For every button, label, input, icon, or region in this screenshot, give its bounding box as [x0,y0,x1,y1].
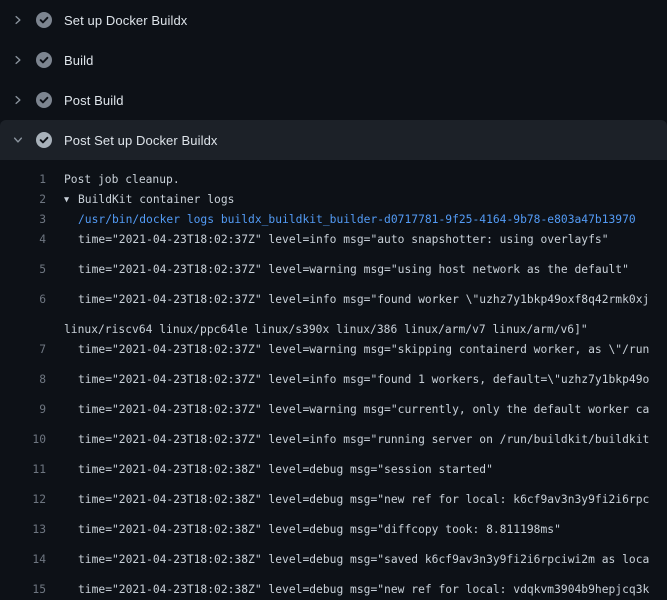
log-line: 1 Post job cleanup. [0,170,667,190]
line-text[interactable]: ▼BuildKit container logs [64,190,667,210]
log-line: 4 time="2021-04-23T18:02:37Z" level=info… [0,230,667,260]
line-text: time="2021-04-23T18:02:37Z" level=warnin… [78,260,667,280]
line-text: /usr/bin/docker logs buildx_buildkit_bui… [78,210,667,230]
group-collapse-icon[interactable]: ▼ [64,190,78,210]
line-number[interactable]: 13 [0,520,46,540]
line-text: time="2021-04-23T18:02:37Z" level=warnin… [78,400,667,420]
step-header[interactable]: Build [0,40,667,80]
log-line: 15 time="2021-04-23T18:02:38Z" level=deb… [0,580,667,600]
line-number[interactable]: 2 [0,190,46,210]
step-header[interactable]: Set up Docker Buildx [0,0,667,40]
chevron-icon [12,94,34,106]
chevron-icon [12,54,34,66]
line-number[interactable]: 1 [0,170,46,190]
chevron-icon [12,134,34,146]
step-header[interactable]: Post Set up Docker Buildx [0,120,667,160]
actions-log-viewer: Set up Docker Buildx Build [0,0,667,600]
log-line: 9 time="2021-04-23T18:02:37Z" level=warn… [0,400,667,430]
line-number[interactable]: 15 [0,580,46,600]
check-circle-icon [36,92,52,108]
steps-list: Set up Docker Buildx Build [0,0,667,160]
log-line: 6 time="2021-04-23T18:02:37Z" level=info… [0,290,667,320]
line-number[interactable]: 10 [0,430,46,450]
line-text: Post job cleanup. [64,170,667,190]
step-label: Post Build [64,93,124,108]
line-text: time="2021-04-23T18:02:38Z" level=debug … [78,580,667,600]
line-number[interactable]: 12 [0,490,46,510]
line-text: time="2021-04-23T18:02:38Z" level=debug … [78,460,667,480]
step-label: Set up Docker Buildx [64,13,187,28]
log-area: 1 Post job cleanup. 2 ▼BuildKit containe… [0,160,667,600]
line-text: time="2021-04-23T18:02:37Z" level=info m… [78,430,667,450]
chevron-right-icon [12,14,24,26]
log-line: 5 time="2021-04-23T18:02:37Z" level=warn… [0,260,667,290]
line-number[interactable]: 9 [0,400,46,420]
check-circle-icon [36,52,52,68]
chevron-right-icon [12,54,24,66]
line-text: time="2021-04-23T18:02:38Z" level=debug … [78,520,667,540]
check-circle-icon [36,132,52,148]
log-line: 12 time="2021-04-23T18:02:38Z" level=deb… [0,490,667,520]
log-line: 8 time="2021-04-23T18:02:37Z" level=info… [0,370,667,400]
line-text: time="2021-04-23T18:02:37Z" level=warnin… [78,340,667,360]
log-line: 10 time="2021-04-23T18:02:37Z" level=inf… [0,430,667,460]
check-circle-icon [36,12,52,28]
log-line: 2 ▼BuildKit container logs [0,190,667,210]
line-number[interactable]: 5 [0,260,46,280]
line-number[interactable]: 6 [0,290,46,310]
log-line: 13 time="2021-04-23T18:02:38Z" level=deb… [0,520,667,550]
line-text: time="2021-04-23T18:02:38Z" level=debug … [78,550,667,570]
step-header[interactable]: Post Build [0,80,667,120]
line-number[interactable]: 11 [0,460,46,480]
line-number[interactable]: 14 [0,550,46,570]
chevron-icon [12,14,34,26]
line-number[interactable]: 4 [0,230,46,250]
line-text: time="2021-04-23T18:02:38Z" level=debug … [78,490,667,510]
step-label: Build [64,53,93,68]
line-number[interactable]: 3 [0,210,46,230]
log-line: 3 /usr/bin/docker logs buildx_buildkit_b… [0,210,667,230]
line-number[interactable]: 8 [0,370,46,390]
log-line: 11 time="2021-04-23T18:02:38Z" level=deb… [0,460,667,490]
line-text: linux/riscv64 linux/ppc64le linux/s390x … [64,320,667,340]
chevron-down-icon [12,134,24,146]
line-text: time="2021-04-23T18:02:37Z" level=info m… [78,370,667,390]
line-text: time="2021-04-23T18:02:37Z" level=info m… [78,290,667,310]
step-label: Post Set up Docker Buildx [64,133,218,148]
line-number[interactable]: 7 [0,340,46,360]
log-line: linux/riscv64 linux/ppc64le linux/s390x … [0,320,667,340]
log-line: 7 time="2021-04-23T18:02:37Z" level=warn… [0,340,667,370]
line-text: time="2021-04-23T18:02:37Z" level=info m… [78,230,667,250]
log-line: 14 time="2021-04-23T18:02:38Z" level=deb… [0,550,667,580]
chevron-right-icon [12,94,24,106]
